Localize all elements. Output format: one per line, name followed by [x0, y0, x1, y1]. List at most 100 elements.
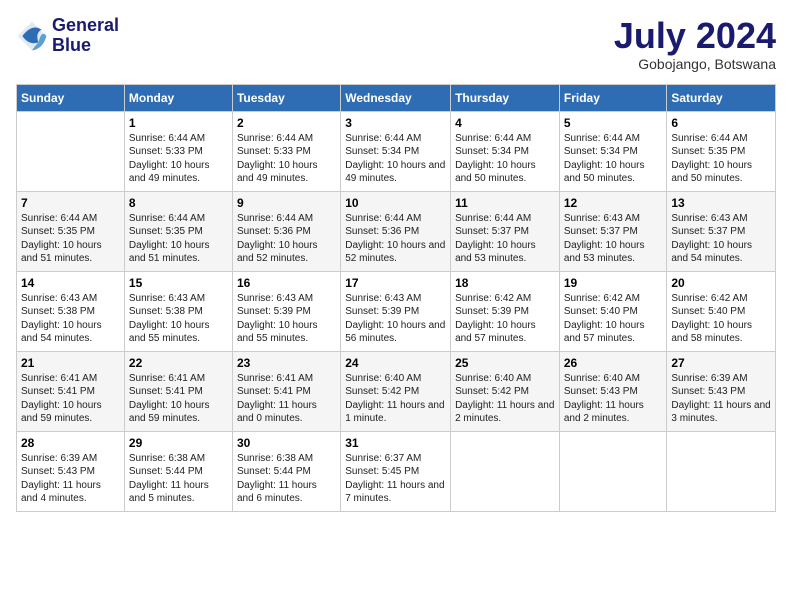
day-cell: 22 Sunrise: 6:41 AMSunset: 5:41 PMDaylig… [124, 351, 232, 431]
calendar-header-row: SundayMondayTuesdayWednesdayThursdayFrid… [17, 84, 776, 111]
day-number: 8 [129, 196, 228, 210]
day-cell: 12 Sunrise: 6:43 AMSunset: 5:37 PMDaylig… [559, 191, 667, 271]
column-header-saturday: Saturday [667, 84, 776, 111]
day-number: 18 [455, 276, 555, 290]
day-cell: 10 Sunrise: 6:44 AMSunset: 5:36 PMDaylig… [341, 191, 451, 271]
day-number: 20 [671, 276, 771, 290]
day-cell [451, 431, 560, 511]
day-number: 25 [455, 356, 555, 370]
day-cell: 6 Sunrise: 6:44 AMSunset: 5:35 PMDayligh… [667, 111, 776, 191]
day-cell: 15 Sunrise: 6:43 AMSunset: 5:38 PMDaylig… [124, 271, 232, 351]
day-cell: 2 Sunrise: 6:44 AMSunset: 5:33 PMDayligh… [232, 111, 340, 191]
column-header-monday: Monday [124, 84, 232, 111]
day-info: Sunrise: 6:43 AMSunset: 5:37 PMDaylight:… [671, 213, 752, 265]
day-info: Sunrise: 6:40 AMSunset: 5:43 PMDaylight:… [564, 373, 644, 425]
day-info: Sunrise: 6:44 AMSunset: 5:37 PMDaylight:… [455, 213, 536, 265]
day-cell: 13 Sunrise: 6:43 AMSunset: 5:37 PMDaylig… [667, 191, 776, 271]
day-number: 28 [21, 436, 120, 450]
day-cell: 29 Sunrise: 6:38 AMSunset: 5:44 PMDaylig… [124, 431, 232, 511]
day-info: Sunrise: 6:42 AMSunset: 5:40 PMDaylight:… [564, 293, 645, 345]
day-info: Sunrise: 6:44 AMSunset: 5:34 PMDaylight:… [345, 133, 445, 185]
day-cell: 21 Sunrise: 6:41 AMSunset: 5:41 PMDaylig… [17, 351, 125, 431]
day-number: 9 [237, 196, 336, 210]
day-cell: 1 Sunrise: 6:44 AMSunset: 5:33 PMDayligh… [124, 111, 232, 191]
day-info: Sunrise: 6:43 AMSunset: 5:38 PMDaylight:… [129, 293, 210, 345]
week-row-3: 14 Sunrise: 6:43 AMSunset: 5:38 PMDaylig… [17, 271, 776, 351]
day-info: Sunrise: 6:43 AMSunset: 5:39 PMDaylight:… [237, 293, 318, 345]
day-number: 15 [129, 276, 228, 290]
day-number: 23 [237, 356, 336, 370]
day-info: Sunrise: 6:42 AMSunset: 5:39 PMDaylight:… [455, 293, 536, 345]
day-info: Sunrise: 6:44 AMSunset: 5:36 PMDaylight:… [345, 213, 445, 265]
day-info: Sunrise: 6:43 AMSunset: 5:39 PMDaylight:… [345, 293, 445, 345]
day-number: 5 [564, 116, 663, 130]
day-info: Sunrise: 6:37 AMSunset: 5:45 PMDaylight:… [345, 453, 444, 505]
month-title: July 2024 [614, 16, 776, 56]
column-header-friday: Friday [559, 84, 667, 111]
day-cell: 11 Sunrise: 6:44 AMSunset: 5:37 PMDaylig… [451, 191, 560, 271]
day-info: Sunrise: 6:38 AMSunset: 5:44 PMDaylight:… [237, 453, 317, 505]
day-cell: 18 Sunrise: 6:42 AMSunset: 5:39 PMDaylig… [451, 271, 560, 351]
day-info: Sunrise: 6:44 AMSunset: 5:34 PMDaylight:… [455, 133, 536, 185]
column-header-sunday: Sunday [17, 84, 125, 111]
day-info: Sunrise: 6:44 AMSunset: 5:34 PMDaylight:… [564, 133, 645, 185]
day-cell: 26 Sunrise: 6:40 AMSunset: 5:43 PMDaylig… [559, 351, 667, 431]
day-cell: 19 Sunrise: 6:42 AMSunset: 5:40 PMDaylig… [559, 271, 667, 351]
day-info: Sunrise: 6:41 AMSunset: 5:41 PMDaylight:… [21, 373, 102, 425]
day-number: 31 [345, 436, 446, 450]
day-info: Sunrise: 6:40 AMSunset: 5:42 PMDaylight:… [345, 373, 444, 425]
day-info: Sunrise: 6:41 AMSunset: 5:41 PMDaylight:… [237, 373, 317, 425]
day-info: Sunrise: 6:44 AMSunset: 5:33 PMDaylight:… [237, 133, 318, 185]
day-cell [667, 431, 776, 511]
day-number: 6 [671, 116, 771, 130]
day-number: 3 [345, 116, 446, 130]
day-cell: 31 Sunrise: 6:37 AMSunset: 5:45 PMDaylig… [341, 431, 451, 511]
day-cell: 17 Sunrise: 6:43 AMSunset: 5:39 PMDaylig… [341, 271, 451, 351]
day-number: 7 [21, 196, 120, 210]
day-cell: 25 Sunrise: 6:40 AMSunset: 5:42 PMDaylig… [451, 351, 560, 431]
day-number: 12 [564, 196, 663, 210]
column-header-thursday: Thursday [451, 84, 560, 111]
day-number: 29 [129, 436, 228, 450]
day-cell: 4 Sunrise: 6:44 AMSunset: 5:34 PMDayligh… [451, 111, 560, 191]
day-number: 27 [671, 356, 771, 370]
day-info: Sunrise: 6:40 AMSunset: 5:42 PMDaylight:… [455, 373, 554, 425]
day-number: 17 [345, 276, 446, 290]
day-info: Sunrise: 6:44 AMSunset: 5:35 PMDaylight:… [129, 213, 210, 265]
week-row-1: 1 Sunrise: 6:44 AMSunset: 5:33 PMDayligh… [17, 111, 776, 191]
location-subtitle: Gobojango, Botswana [614, 56, 776, 72]
day-cell: 28 Sunrise: 6:39 AMSunset: 5:43 PMDaylig… [17, 431, 125, 511]
day-number: 4 [455, 116, 555, 130]
day-cell: 8 Sunrise: 6:44 AMSunset: 5:35 PMDayligh… [124, 191, 232, 271]
day-cell: 23 Sunrise: 6:41 AMSunset: 5:41 PMDaylig… [232, 351, 340, 431]
day-cell: 9 Sunrise: 6:44 AMSunset: 5:36 PMDayligh… [232, 191, 340, 271]
day-cell [559, 431, 667, 511]
day-cell: 7 Sunrise: 6:44 AMSunset: 5:35 PMDayligh… [17, 191, 125, 271]
day-number: 10 [345, 196, 446, 210]
day-info: Sunrise: 6:44 AMSunset: 5:36 PMDaylight:… [237, 213, 318, 265]
day-number: 16 [237, 276, 336, 290]
day-info: Sunrise: 6:43 AMSunset: 5:38 PMDaylight:… [21, 293, 102, 345]
week-row-2: 7 Sunrise: 6:44 AMSunset: 5:35 PMDayligh… [17, 191, 776, 271]
day-cell: 27 Sunrise: 6:39 AMSunset: 5:43 PMDaylig… [667, 351, 776, 431]
logo: General Blue [16, 16, 119, 56]
day-number: 19 [564, 276, 663, 290]
week-row-5: 28 Sunrise: 6:39 AMSunset: 5:43 PMDaylig… [17, 431, 776, 511]
day-info: Sunrise: 6:39 AMSunset: 5:43 PMDaylight:… [671, 373, 770, 425]
day-number: 26 [564, 356, 663, 370]
day-number: 24 [345, 356, 446, 370]
page-header: General Blue July 2024 Gobojango, Botswa… [16, 16, 776, 72]
day-info: Sunrise: 6:44 AMSunset: 5:33 PMDaylight:… [129, 133, 210, 185]
day-cell: 5 Sunrise: 6:44 AMSunset: 5:34 PMDayligh… [559, 111, 667, 191]
calendar-table: SundayMondayTuesdayWednesdayThursdayFrid… [16, 84, 776, 512]
week-row-4: 21 Sunrise: 6:41 AMSunset: 5:41 PMDaylig… [17, 351, 776, 431]
day-cell: 16 Sunrise: 6:43 AMSunset: 5:39 PMDaylig… [232, 271, 340, 351]
day-info: Sunrise: 6:42 AMSunset: 5:40 PMDaylight:… [671, 293, 752, 345]
day-info: Sunrise: 6:39 AMSunset: 5:43 PMDaylight:… [21, 453, 101, 505]
day-number: 11 [455, 196, 555, 210]
day-info: Sunrise: 6:38 AMSunset: 5:44 PMDaylight:… [129, 453, 209, 505]
day-number: 1 [129, 116, 228, 130]
day-cell: 3 Sunrise: 6:44 AMSunset: 5:34 PMDayligh… [341, 111, 451, 191]
day-number: 14 [21, 276, 120, 290]
logo-text: General Blue [52, 16, 119, 56]
